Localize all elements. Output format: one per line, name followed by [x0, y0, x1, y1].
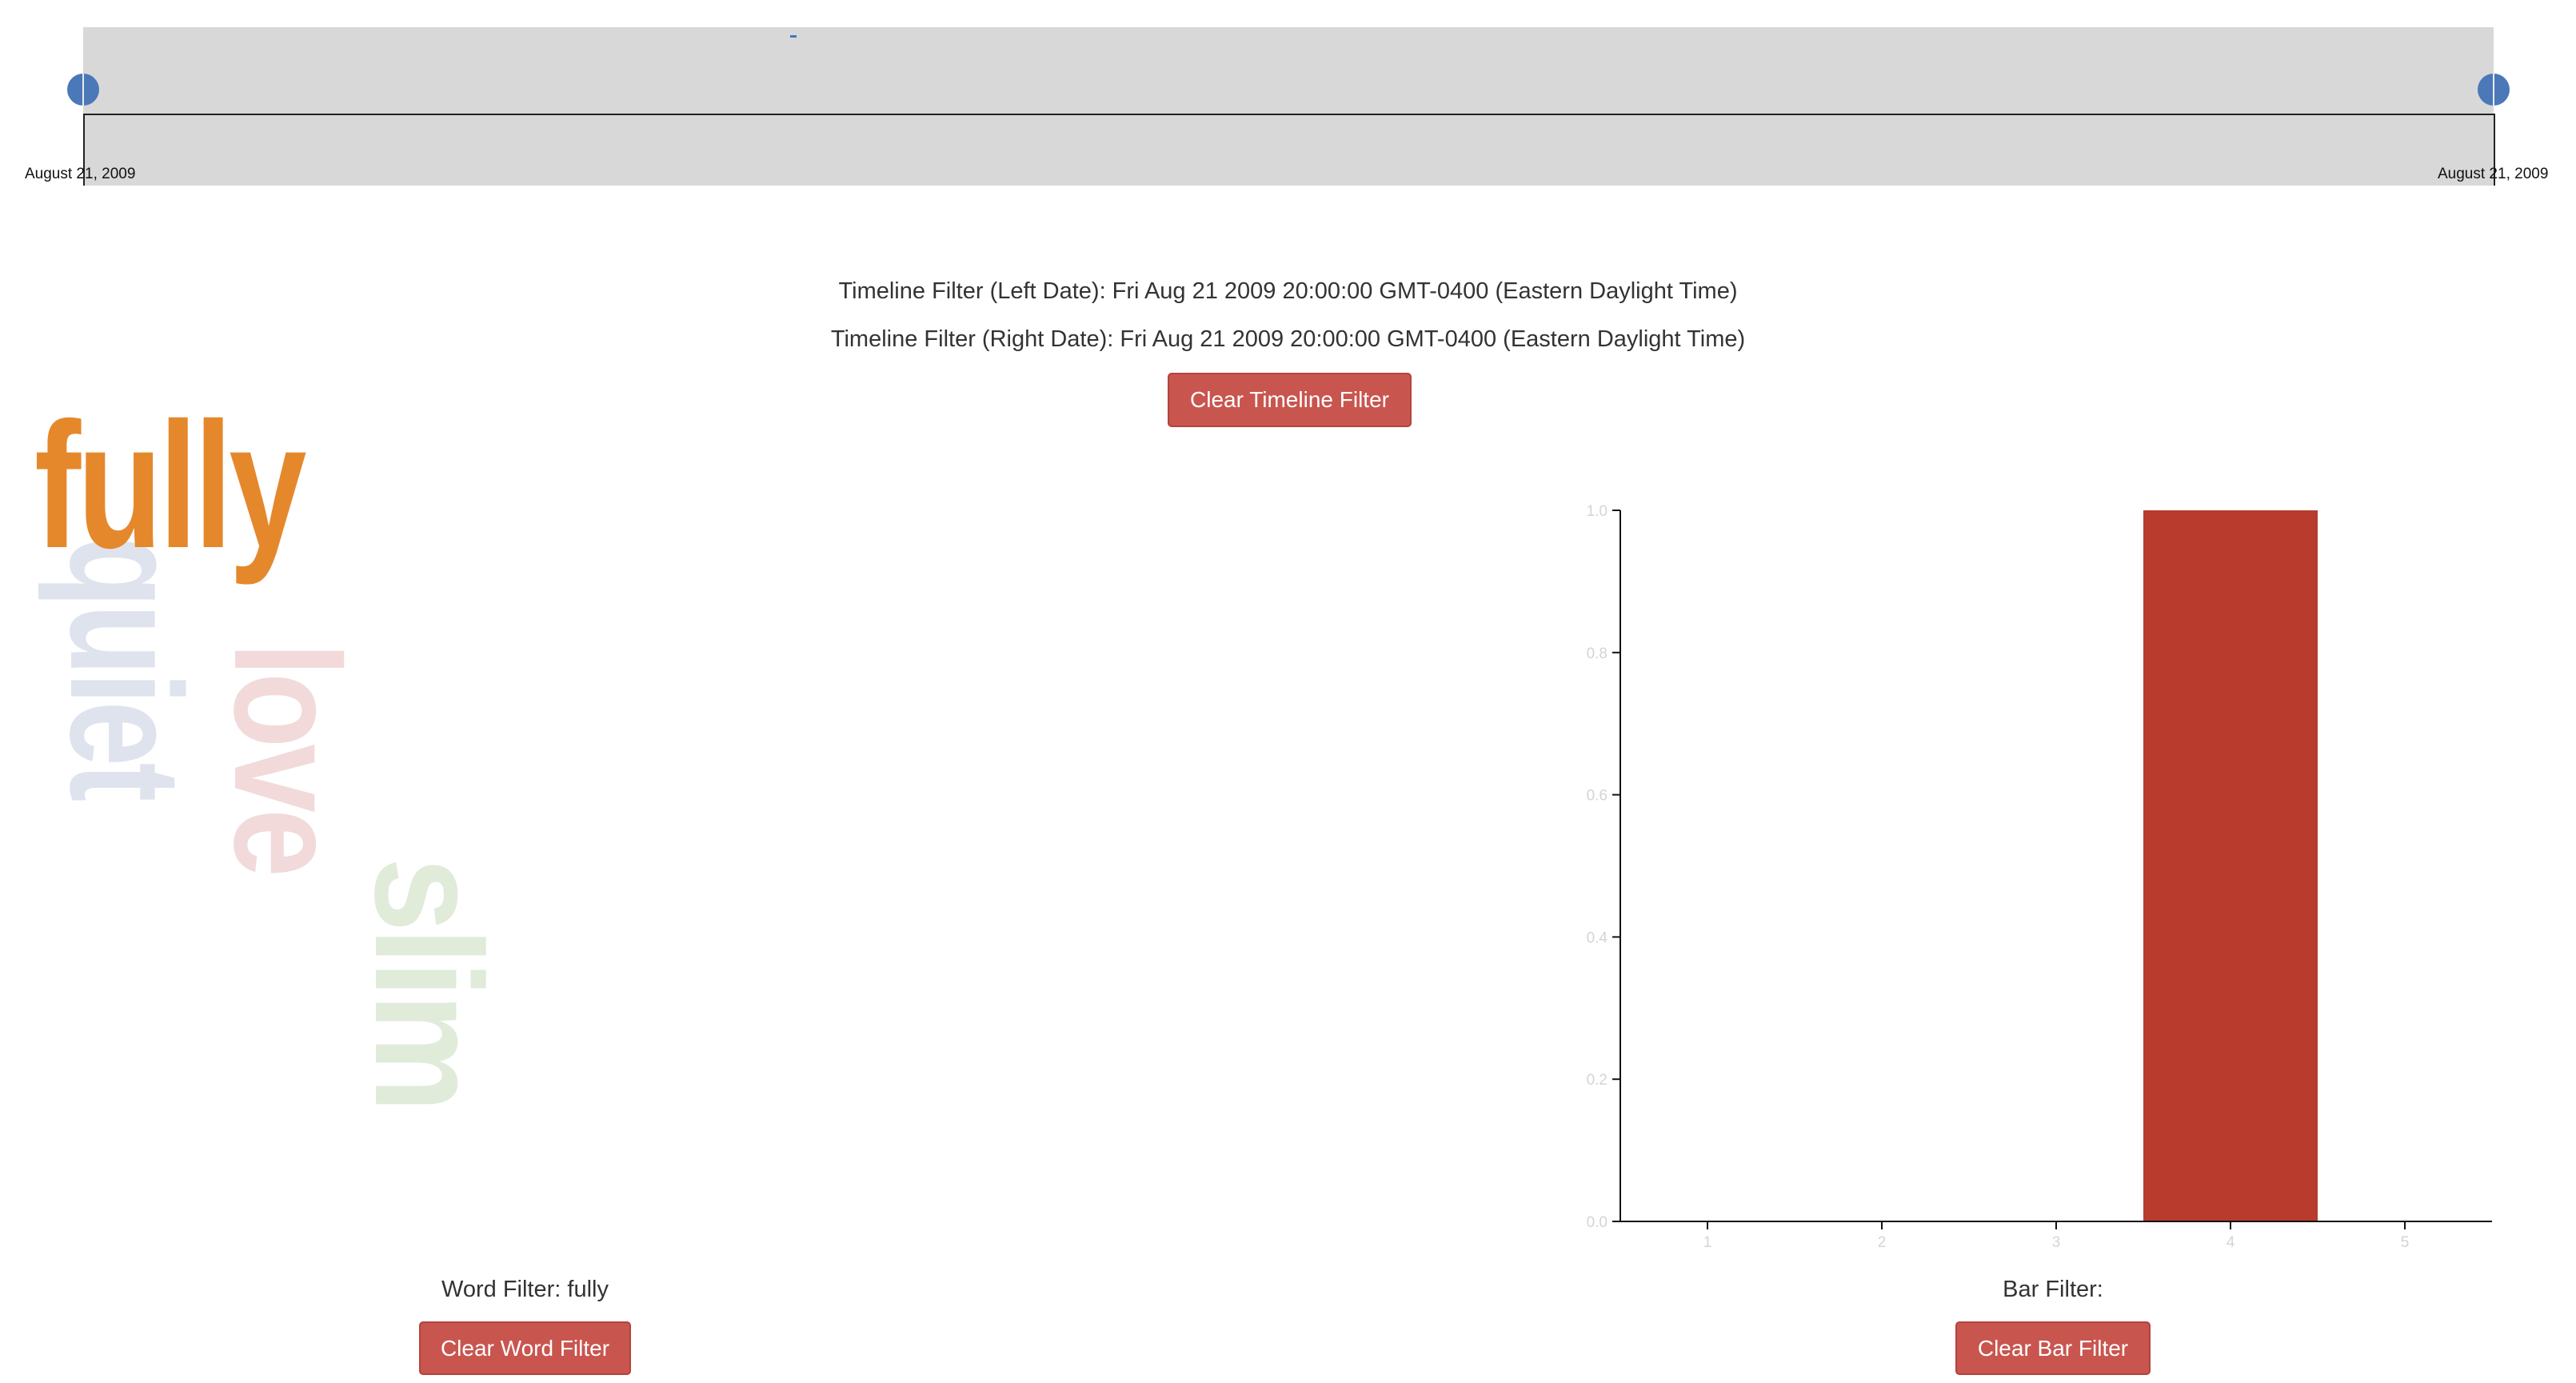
timeline-axis	[83, 114, 2495, 186]
x-tick-label: 2	[1878, 1234, 1887, 1251]
y-tick-label: 0.8	[1587, 646, 1608, 662]
bar-chart: 0.0 0.2 0.4 0.6 0.8 1.0 1 2 3 4 5	[1568, 496, 2495, 1256]
y-tick-label: 1.0	[1587, 503, 1608, 520]
x-tick-label: 5	[2401, 1234, 2410, 1251]
timeline-right-date-label: August 21, 2009	[2438, 166, 2549, 182]
timeline-left-handle[interactable]	[67, 74, 99, 106]
timeline-filter-left-date: Timeline Filter (Left Date): Fri Aug 21 …	[838, 278, 1738, 304]
word-slim[interactable]: slim	[343, 857, 513, 1108]
timeline-event-mark	[790, 35, 797, 38]
x-tick-label: 3	[2052, 1234, 2061, 1251]
y-tick-label: 0.2	[1587, 1072, 1608, 1089]
x-tick-label: 1	[1703, 1234, 1712, 1251]
bar-4[interactable]	[2143, 510, 2318, 1221]
word-filter-text: Word Filter: fully	[441, 1277, 609, 1302]
timeline-left-date-label: August 21, 2009	[25, 166, 136, 182]
y-tick-label: 0.4	[1587, 929, 1608, 946]
timeline-filter-right-date: Timeline Filter (Right Date): Fri Aug 21…	[830, 326, 1746, 352]
bar-chart-svg: 0.0 0.2 0.4 0.6 0.8 1.0 1 2 3 4 5	[1587, 503, 2492, 1251]
y-tick-label: 0.0	[1587, 1214, 1608, 1231]
word-love[interactable]: love	[203, 642, 371, 873]
clear-timeline-filter-button[interactable]: Clear Timeline Filter	[1168, 373, 1412, 427]
x-tick-label: 4	[2227, 1234, 2235, 1251]
clear-bar-filter-button[interactable]: Clear Bar Filter	[1955, 1321, 2151, 1375]
bar-filter-text: Bar Filter:	[2003, 1277, 2103, 1302]
timeline-right-handle[interactable]	[2478, 74, 2510, 106]
timeline-brush[interactable]	[83, 27, 2495, 186]
word-fully[interactable]: fully	[34, 396, 306, 575]
y-tick-label: 0.6	[1587, 788, 1608, 805]
clear-word-filter-button[interactable]: Clear Word Filter	[419, 1321, 631, 1375]
